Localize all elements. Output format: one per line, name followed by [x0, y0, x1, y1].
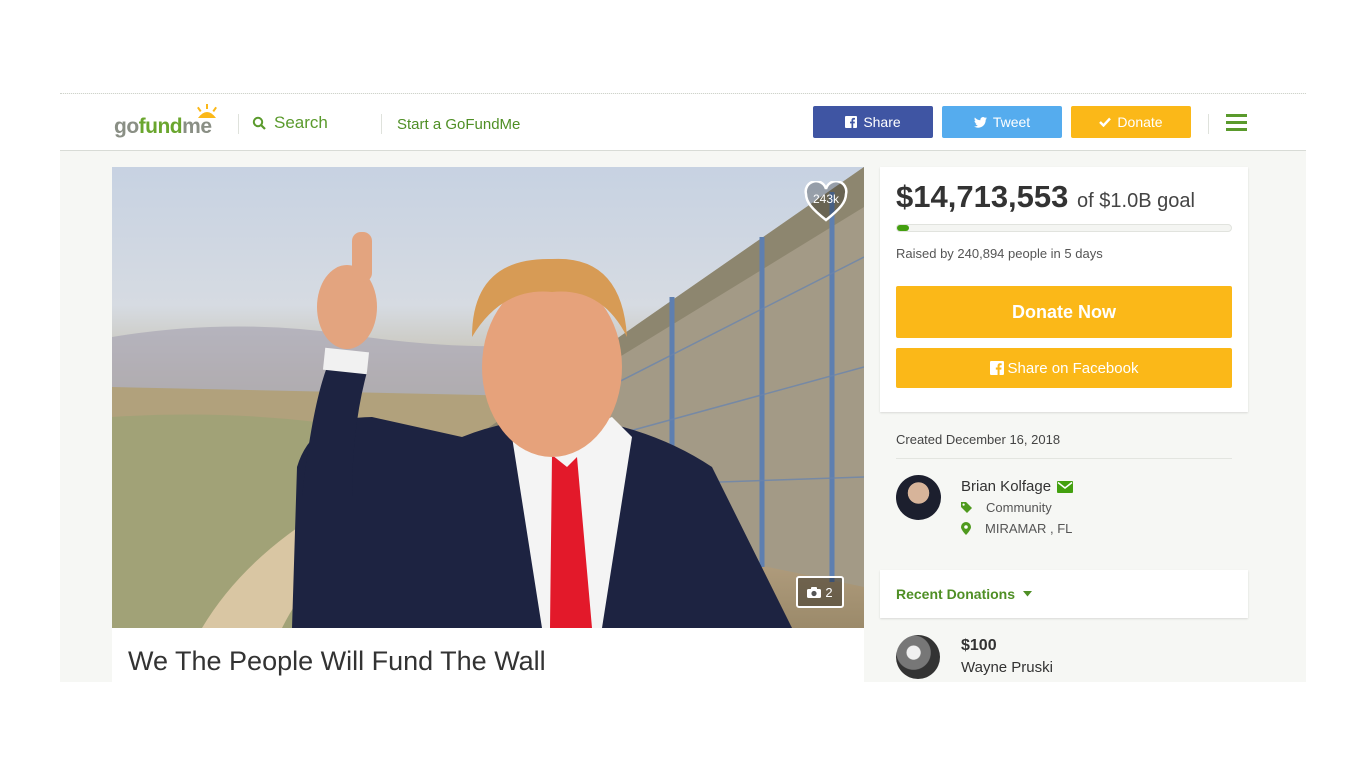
share-label: Share — [863, 114, 901, 130]
raised-amount: $14,713,553 — [896, 179, 1069, 214]
caret-down-icon — [1023, 591, 1033, 597]
logo-text-fund: fund — [138, 115, 183, 138]
hearts-count: 243k — [813, 192, 840, 206]
search-link[interactable]: Search — [252, 113, 328, 133]
heart-button[interactable]: 243k — [804, 180, 848, 228]
heart-icon: 243k — [804, 180, 848, 222]
divider — [381, 114, 382, 134]
menu-icon[interactable] — [1226, 114, 1247, 131]
organizer-name-link[interactable]: Brian Kolfage — [961, 478, 1074, 495]
hero-illustration — [112, 167, 864, 628]
donate-label: Donate — [1117, 114, 1163, 130]
twitter-icon — [973, 116, 987, 128]
envelope-icon[interactable] — [1057, 480, 1074, 493]
donation-amount: $100 — [961, 637, 997, 654]
share-button[interactable]: Share — [813, 106, 933, 138]
photo-gallery-button[interactable]: 2 — [796, 576, 844, 608]
share-on-facebook-button[interactable]: Share on Facebook — [896, 348, 1232, 388]
checkmark-icon — [1099, 117, 1112, 127]
progress-fill — [897, 225, 909, 231]
search-icon — [252, 116, 266, 130]
page-frame: gofundme Search Start a GoFundMe Share T… — [60, 93, 1306, 682]
photo-count: 2 — [825, 584, 833, 600]
amount-raised: $14,713,553 of $1.0B goal — [896, 179, 1195, 215]
donor-avatar — [896, 635, 940, 679]
donor-name: Wayne Pruski — [961, 659, 1053, 676]
top-navigation-bar: gofundme Search Start a GoFundMe Share T… — [60, 94, 1306, 151]
divider — [238, 114, 239, 134]
divider — [896, 458, 1232, 459]
goal-text: of $1.0B goal — [1077, 190, 1195, 212]
map-pin-icon — [961, 522, 971, 535]
facebook-icon — [845, 116, 858, 128]
recent-donations-label: Recent Donations — [896, 586, 1016, 602]
divider — [1208, 114, 1209, 134]
organizer-avatar[interactable] — [896, 475, 941, 520]
campaign-hero-image[interactable]: 243k 2 — [112, 167, 864, 628]
facebook-icon — [989, 361, 1004, 375]
progress-bar — [896, 224, 1232, 232]
tweet-label: Tweet — [992, 114, 1031, 130]
campaign-title-card: We The People Will Fund The Wall — [112, 628, 864, 682]
tag-icon — [961, 502, 972, 513]
donate-now-button[interactable]: Donate Now — [896, 286, 1232, 338]
organizer-category: Community — [961, 500, 1052, 515]
donate-button[interactable]: Donate — [1071, 106, 1191, 138]
recent-donations-card: Recent Donations — [880, 570, 1248, 618]
recent-donations-toggle[interactable]: Recent Donations — [896, 586, 1033, 602]
share-facebook-label: Share on Facebook — [1007, 359, 1139, 377]
raised-by-text: Raised by 240,894 people in 5 days — [896, 246, 1103, 261]
logo-text-go: go — [114, 115, 139, 138]
donation-summary-card: $14,713,553 of $1.0B goal Raised by 240,… — [880, 167, 1248, 412]
gofundme-logo[interactable]: gofundme — [114, 104, 224, 140]
search-label: Search — [274, 113, 328, 132]
location-label: MIRAMAR , FL — [985, 521, 1073, 536]
organizer-name: Brian Kolfage — [961, 478, 1052, 495]
category-label: Community — [986, 500, 1052, 515]
created-date: Created December 16, 2018 — [896, 432, 1061, 447]
start-gofundme-link[interactable]: Start a GoFundMe — [397, 116, 520, 133]
tweet-button[interactable]: Tweet — [942, 106, 1062, 138]
logo-sun-icon — [197, 104, 217, 118]
organizer-location: MIRAMAR , FL — [961, 521, 1072, 536]
campaign-title: We The People Will Fund The Wall — [128, 646, 546, 676]
camera-icon — [807, 586, 822, 598]
